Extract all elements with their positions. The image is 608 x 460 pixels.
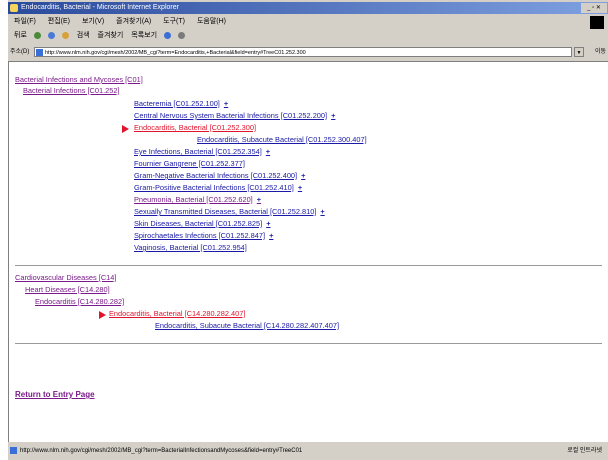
tree1-item-9[interactable]: Gram-Positive Bacterial Infections [C01.…: [134, 183, 302, 193]
address-bar: 주소(D) http://www.nlm.nih.gov/cgi/mesh/20…: [8, 44, 608, 60]
menu-help[interactable]: 도움말(H): [197, 18, 226, 25]
tree2-item-4[interactable]: Endocarditis, Subacute Bacterial [C14.28…: [155, 321, 339, 331]
tree1-item-4[interactable]: Endocarditis, Bacterial [C01.252.300]: [134, 123, 256, 133]
print-icon[interactable]: [177, 31, 185, 39]
address-label: 주소(D): [10, 49, 30, 55]
window-controls[interactable]: _ ▫ ✕: [581, 3, 607, 13]
tree1-item-8[interactable]: Gram-Negative Bacterial Infections [C01.…: [134, 171, 305, 181]
security-zone: 로컬 인트라넷: [567, 448, 602, 454]
stop-icon[interactable]: [33, 31, 41, 39]
toolbar: 뒤로 검색 즐겨찾기 목록보기: [8, 29, 608, 43]
current-item-arrow-icon: [99, 311, 106, 319]
divider: [15, 343, 602, 344]
tree1-item-12[interactable]: Skin Diseases, Bacterial [C01.252.825] +: [134, 219, 271, 229]
tree1-item-10[interactable]: Pneumonia, Bacterial [C01.252.620] +: [134, 195, 261, 205]
refresh-icon[interactable]: [47, 31, 55, 39]
divider: [15, 265, 602, 266]
tree2-item-3[interactable]: Endocarditis, Bacterial [C14.280.282.407…: [109, 309, 245, 319]
go-button[interactable]: 이동: [595, 44, 606, 60]
tree1-item-7[interactable]: Fournier Gangrene [C01.252.377]: [134, 159, 245, 169]
tree1-item-1[interactable]: Bacterial Infections [C01.252]: [23, 86, 120, 96]
page-content: Bacterial Infections and Mycoses [C01] B…: [8, 61, 608, 442]
browser-window: Endocarditis, Bacterial - Microsoft Inte…: [8, 0, 608, 460]
home-icon[interactable]: [61, 31, 69, 39]
address-dropdown-button[interactable]: ▼: [574, 47, 584, 57]
return-to-entry-link[interactable]: Return to Entry Page: [15, 390, 95, 399]
mail-icon[interactable]: [163, 31, 171, 39]
tree2-item-1[interactable]: Heart Diseases [C14.280]: [25, 285, 110, 295]
status-bar: http://www.nlm.nih.gov/cgi/mesh/2002/MB_…: [8, 442, 608, 460]
current-item-arrow-icon: [122, 125, 129, 133]
address-url: http://www.nlm.nih.gov/cgi/mesh/2002/MB_…: [45, 50, 306, 56]
search-button[interactable]: 검색: [77, 32, 90, 39]
menu-tools[interactable]: 도구(T): [163, 18, 185, 25]
tree1-item-14[interactable]: Vaginosis, Bacterial [C01.252.954]: [134, 243, 247, 253]
windows-logo: [590, 16, 604, 29]
address-input[interactable]: http://www.nlm.nih.gov/cgi/mesh/2002/MB_…: [34, 47, 572, 57]
tree2-item-0[interactable]: Cardiovascular Diseases [C14]: [15, 273, 116, 283]
tree1-item-0[interactable]: Bacterial Infections and Mycoses [C01]: [15, 75, 143, 85]
menu-view[interactable]: 보기(V): [82, 18, 104, 25]
back-button[interactable]: 뒤로: [14, 32, 27, 39]
tree1-item-11[interactable]: Sexually Transmitted Diseases, Bacterial…: [134, 207, 325, 217]
tree1-item-5[interactable]: Endocarditis, Subacute Bacterial [C01.25…: [197, 135, 367, 145]
title-bar: Endocarditis, Bacterial - Microsoft Inte…: [8, 2, 608, 14]
status-url: http://www.nlm.nih.gov/cgi/mesh/2002/MB_…: [20, 448, 303, 454]
menu-favorites[interactable]: 즐겨찾기(A): [116, 18, 151, 25]
tree1-item-13[interactable]: Spirochaetales Infections [C01.252.847] +: [134, 231, 273, 241]
favorites-button[interactable]: 즐겨찾기: [98, 32, 124, 39]
tree2-item-2[interactable]: Endocarditis [C14.280.282]: [35, 297, 124, 307]
history-button[interactable]: 목록보기: [131, 32, 157, 39]
tree1-item-2[interactable]: Bacteremia [C01.252.100] +: [134, 99, 228, 109]
menu-file[interactable]: 파일(F): [14, 18, 36, 25]
window-title: Endocarditis, Bacterial - Microsoft Inte…: [21, 4, 179, 11]
ie-icon: [10, 4, 18, 12]
tree1-item-6[interactable]: Eye Infections, Bacterial [C01.252.354] +: [134, 147, 270, 157]
menu-edit[interactable]: 편집(E): [48, 18, 70, 25]
page-icon: [36, 49, 43, 56]
menu-bar: 파일(F) 편집(E) 보기(V) 즐겨찾기(A) 도구(T) 도움말(H): [8, 16, 608, 29]
page-icon: [10, 447, 17, 454]
tree1-item-3[interactable]: Central Nervous System Bacterial Infecti…: [134, 111, 335, 121]
